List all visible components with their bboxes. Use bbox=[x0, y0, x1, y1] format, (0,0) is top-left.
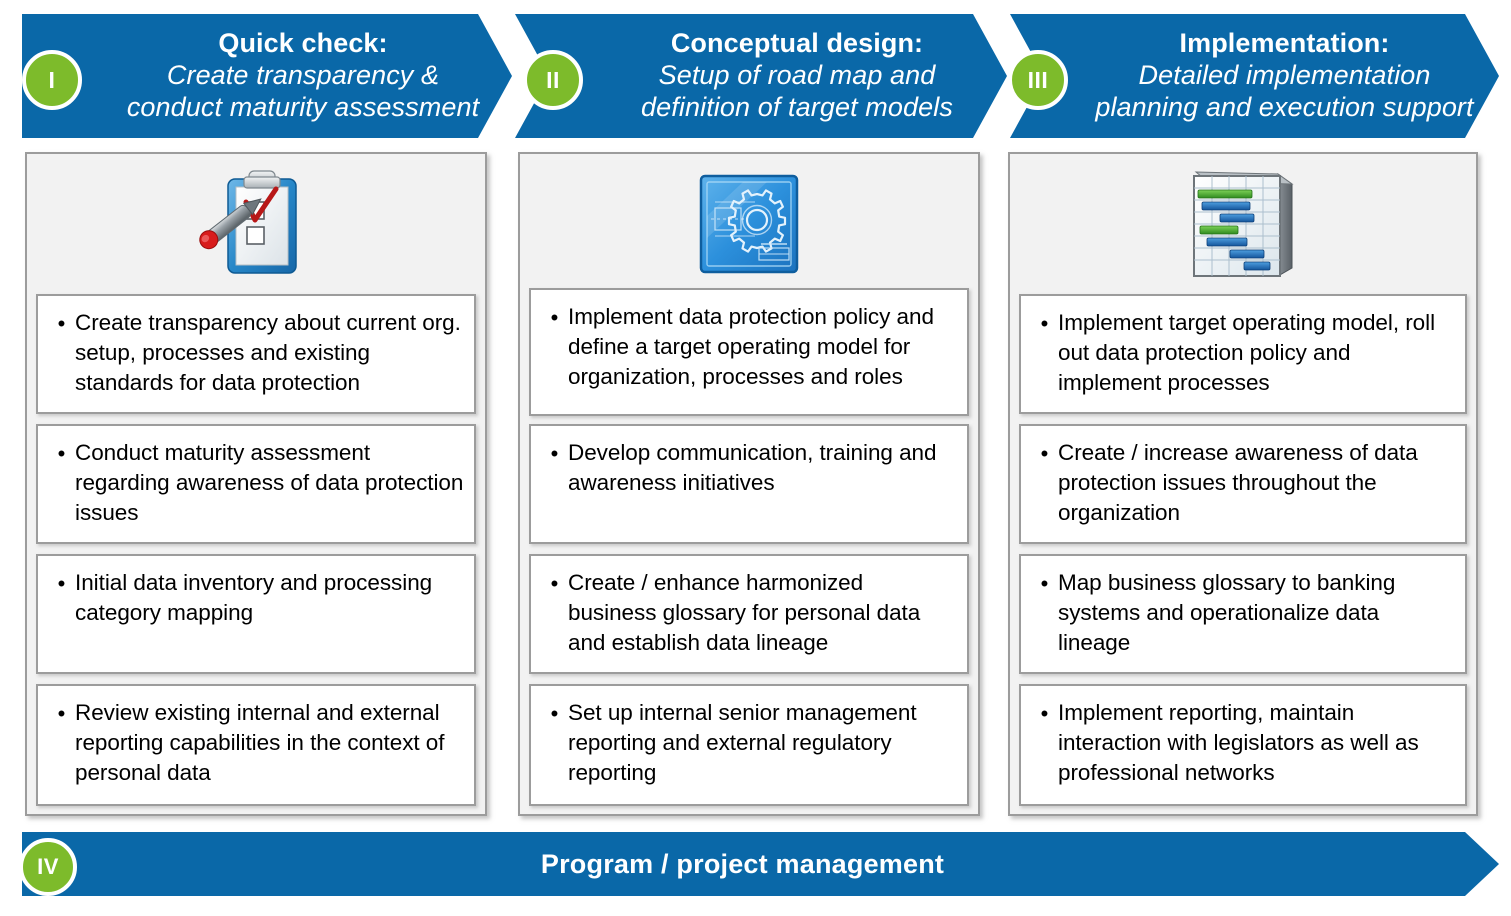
bullet-icon: • bbox=[1040, 571, 1049, 596]
list-item-text: Initial data inventory and processing ca… bbox=[75, 570, 433, 625]
phase-2-card-list: • Implement data protection policy and d… bbox=[520, 154, 978, 814]
list-item[interactable]: • Review existing internal and external … bbox=[36, 684, 476, 806]
program-management-bar[interactable]: Program / project management bbox=[22, 832, 1499, 896]
bullet-icon: • bbox=[1040, 441, 1049, 466]
phase-chevron-1[interactable]: Quick check: Create transparency & condu… bbox=[22, 14, 512, 138]
bullet-icon: • bbox=[57, 571, 66, 596]
list-item[interactable]: • Implement reporting, maintain interact… bbox=[1019, 684, 1467, 806]
bullet-icon: • bbox=[57, 441, 66, 466]
list-item-text: Create / increase awareness of data prot… bbox=[1058, 440, 1418, 525]
phase-badge-4: IV bbox=[19, 838, 77, 896]
phase-3-title: Implementation: bbox=[1179, 28, 1390, 59]
list-item[interactable]: • Implement data protection policy and d… bbox=[529, 288, 969, 416]
list-item-text: Create transparency about current org. s… bbox=[75, 310, 461, 395]
list-item[interactable]: • Create / enhance harmonized business g… bbox=[529, 554, 969, 674]
bullet-icon: • bbox=[550, 441, 559, 466]
phase-2-subtitle: Setup of road map and definition of targ… bbox=[641, 60, 953, 122]
bullet-icon: • bbox=[57, 311, 66, 336]
list-item[interactable]: • Map business glossary to banking syste… bbox=[1019, 554, 1467, 674]
bullet-icon: • bbox=[550, 701, 559, 726]
phase-3-card-list: • Implement target operating model, roll… bbox=[1010, 154, 1476, 814]
phase-columns: • Create transparency about current org.… bbox=[0, 152, 1511, 824]
phase-1-card-list: • Create transparency about current org.… bbox=[27, 154, 485, 814]
phase-1-subtitle: Create transparency & conduct maturity a… bbox=[126, 60, 480, 122]
list-item[interactable]: • Set up internal senior management repo… bbox=[529, 684, 969, 806]
phase-column-2: • Implement data protection policy and d… bbox=[518, 152, 980, 816]
phase-column-1: • Create transparency about current org.… bbox=[25, 152, 487, 816]
list-item[interactable]: • Create / increase awareness of data pr… bbox=[1019, 424, 1467, 544]
list-item-text: Implement data protection policy and def… bbox=[568, 304, 934, 389]
bullet-icon: • bbox=[1040, 311, 1049, 336]
list-item[interactable]: • Initial data inventory and processing … bbox=[36, 554, 476, 674]
phase-2-title: Conceptual design: bbox=[670, 28, 924, 59]
list-item-text: Map business glossary to banking systems… bbox=[1058, 570, 1396, 655]
phase-chevron-3[interactable]: Implementation: Detailed implementation … bbox=[1010, 14, 1499, 138]
list-item[interactable]: • Conduct maturity assessment regarding … bbox=[36, 424, 476, 544]
bullet-icon: • bbox=[550, 305, 559, 330]
phase-badge-3: III bbox=[1008, 50, 1068, 110]
list-item-text: Create / enhance harmonized business glo… bbox=[568, 570, 921, 655]
list-item-text: Set up internal senior management report… bbox=[568, 700, 917, 785]
phase-2-text: Conceptual design: Setup of road map and… bbox=[515, 14, 1007, 138]
list-item[interactable]: • Create transparency about current org.… bbox=[36, 294, 476, 414]
phase-badge-1: I bbox=[22, 50, 82, 110]
list-item-text: Implement target operating model, roll o… bbox=[1058, 310, 1436, 395]
bullet-icon: • bbox=[57, 701, 66, 726]
phase-column-3: • Implement target operating model, roll… bbox=[1008, 152, 1478, 816]
list-item-text: Conduct maturity assessment regarding aw… bbox=[75, 440, 464, 525]
phase-3-text: Implementation: Detailed implementation … bbox=[1010, 14, 1499, 138]
phase-1-title: Quick check: bbox=[218, 28, 388, 59]
bullet-icon: • bbox=[550, 571, 559, 596]
list-item[interactable]: • Implement target operating model, roll… bbox=[1019, 294, 1467, 414]
phase-1-text: Quick check: Create transparency & condu… bbox=[22, 14, 512, 138]
program-management-label: Program / project management bbox=[540, 848, 945, 879]
phase-header-row: Quick check: Create transparency & condu… bbox=[0, 0, 1511, 148]
phase-badge-2: II bbox=[523, 50, 583, 110]
bullet-icon: • bbox=[1040, 701, 1049, 726]
phase-3-subtitle: Detailed implementation planning and exe… bbox=[1095, 60, 1474, 122]
list-item-text: Implement reporting, maintain interactio… bbox=[1058, 700, 1419, 785]
list-item-text: Develop communication, training and awar… bbox=[568, 440, 937, 495]
list-item[interactable]: • Develop communication, training and aw… bbox=[529, 424, 969, 544]
phase-chevron-2[interactable]: Conceptual design: Setup of road map and… bbox=[515, 14, 1007, 138]
list-item-text: Review existing internal and external re… bbox=[75, 700, 445, 785]
